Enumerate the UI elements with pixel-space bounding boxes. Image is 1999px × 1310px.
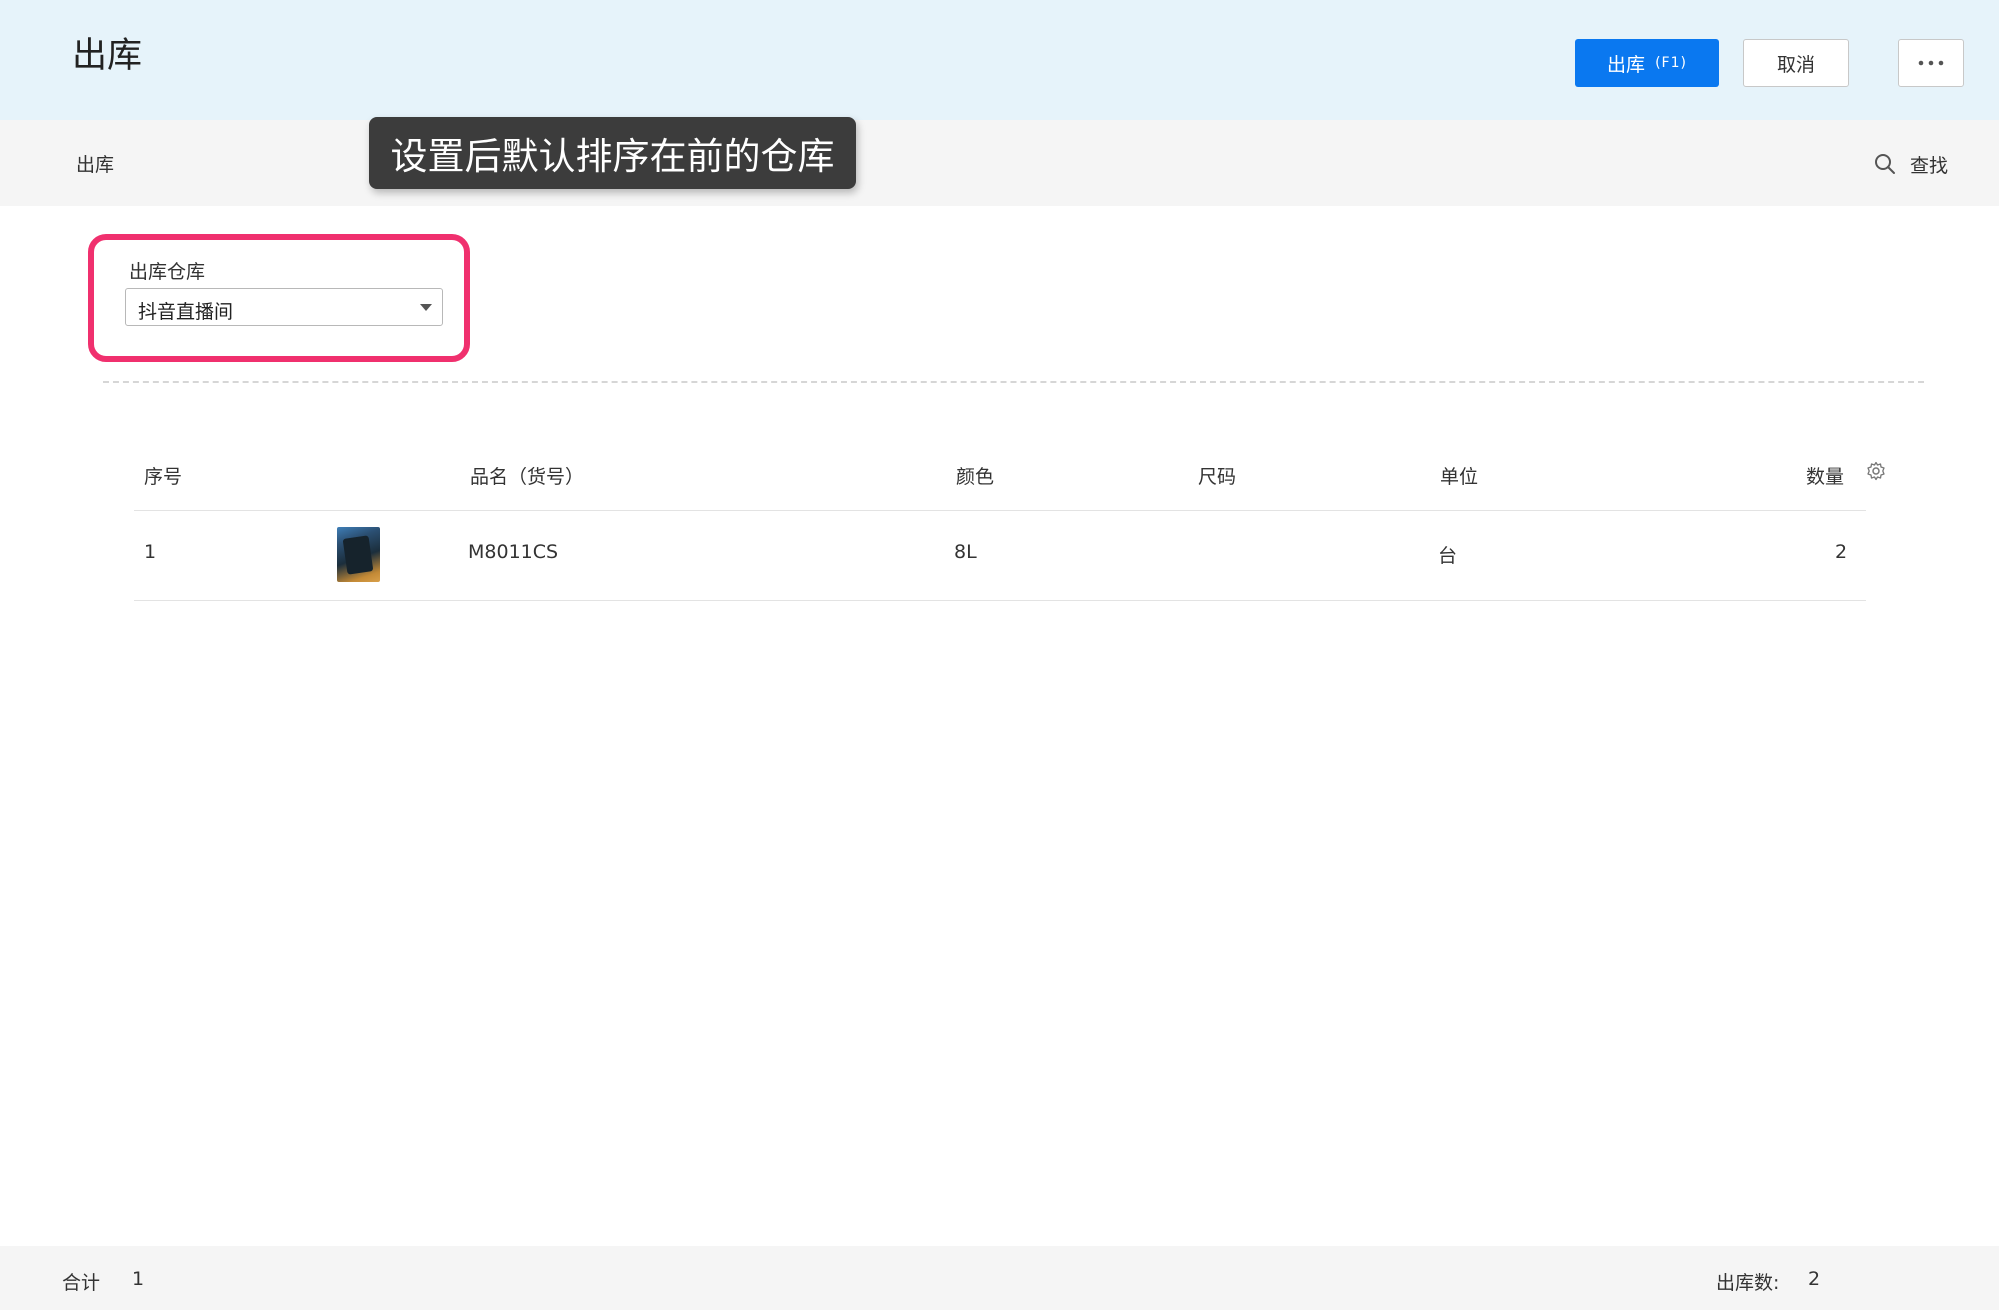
table-row[interactable]: 1 M8011CS 8L 台 2 — [134, 511, 1866, 601]
find-button[interactable]: 查找 — [1874, 150, 1948, 178]
header-bar: 出库 出库 (F1) 取消 — [0, 0, 1999, 120]
more-options-button[interactable] — [1898, 39, 1964, 87]
column-header-index: 序号 — [144, 466, 183, 488]
search-icon — [1875, 154, 1895, 174]
row-index: 1 — [144, 541, 157, 563]
find-label: 查找 — [1910, 154, 1949, 177]
caret-down-icon — [420, 304, 432, 311]
row-color: 8L — [954, 541, 977, 563]
annotation-tooltip: 设置后默认排序在前的仓库 — [369, 117, 856, 189]
outbound-submit-hotkey: (F1) — [1655, 55, 1687, 71]
footer-bar: 合计 1 出库数: 2 — [0, 1246, 1999, 1310]
outbound-count-label: 出库数: — [1716, 1272, 1780, 1294]
section-title: 出库 — [76, 154, 115, 176]
column-header-unit: 单位 — [1440, 466, 1479, 488]
row-product-name: M8011CS — [468, 541, 559, 563]
cancel-button-label: 取消 — [1776, 53, 1815, 76]
total-label: 合计 — [62, 1272, 101, 1294]
dashed-divider — [103, 381, 1924, 383]
column-header-color: 颜色 — [956, 466, 995, 488]
table-header: 序号 品名（货号） 颜色 尺码 单位 数量 — [134, 450, 1866, 511]
warehouse-field-label: 出库仓库 — [129, 261, 206, 283]
tooltip-text: 设置后默认排序在前的仓库 — [390, 135, 835, 178]
column-header-size: 尺码 — [1198, 466, 1237, 488]
outbound-count-value: 2 — [1808, 1268, 1821, 1290]
column-settings-button[interactable] — [1866, 461, 1886, 485]
row-unit: 台 — [1438, 545, 1458, 567]
product-thumbnail — [337, 527, 380, 582]
warehouse-select[interactable]: 抖音直播间 — [125, 288, 443, 326]
total-value: 1 — [132, 1268, 145, 1290]
more-horizontal-icon — [1918, 60, 1944, 66]
column-header-quantity: 数量 — [1806, 466, 1845, 488]
column-header-name: 品名（货号） — [470, 466, 585, 488]
warehouse-select-value: 抖音直播间 — [138, 301, 234, 323]
outbound-submit-label: 出库 — [1607, 53, 1646, 76]
outbound-submit-button[interactable]: 出库 (F1) — [1575, 39, 1719, 87]
sub-header-bar: 出库 查找 — [0, 120, 1999, 206]
gear-icon — [1867, 461, 1885, 481]
cancel-button[interactable]: 取消 — [1743, 39, 1849, 87]
row-quantity[interactable]: 2 — [1835, 541, 1847, 563]
page-title: 出库 — [72, 36, 143, 76]
